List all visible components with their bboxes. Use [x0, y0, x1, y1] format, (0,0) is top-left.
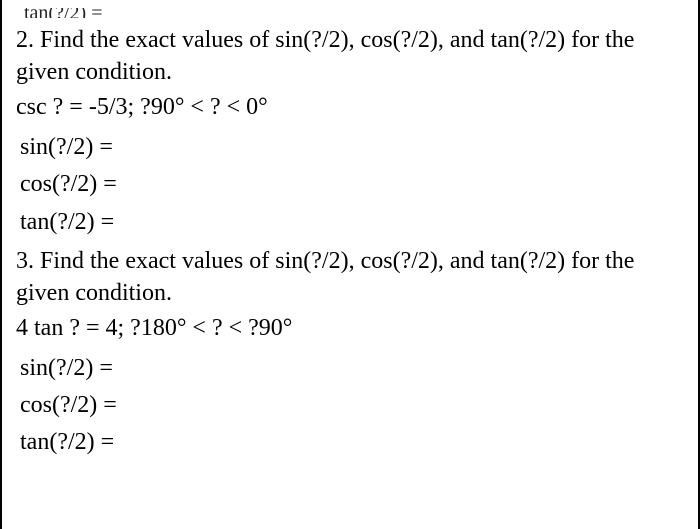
cutoff-previous-line: tan(?/2) = [16, 8, 684, 18]
q2-condition: csc ? = -5/3; ?90° < ? < 0° [16, 91, 684, 123]
q3-condition: 4 tan ? = 4; ?180° < ? < ?90° [16, 312, 684, 344]
q3-cos-line: cos(?/2) = [16, 387, 684, 424]
q2-prompt: 2. Find the exact values of sin(?/2), co… [16, 24, 684, 89]
q2-sin-line: sin(?/2) = [16, 129, 684, 166]
question-3: 3. Find the exact values of sin(?/2), co… [16, 245, 684, 462]
q2-cos-line: cos(?/2) = [16, 166, 684, 203]
q3-sin-line: sin(?/2) = [16, 350, 684, 387]
q3-prompt: 3. Find the exact values of sin(?/2), co… [16, 245, 684, 310]
page-container: tan(?/2) = 2. Find the exact values of s… [0, 0, 700, 529]
q3-tan-line: tan(?/2) = [16, 424, 684, 461]
q2-tan-line: tan(?/2) = [16, 204, 684, 241]
question-2: 2. Find the exact values of sin(?/2), co… [16, 24, 684, 241]
